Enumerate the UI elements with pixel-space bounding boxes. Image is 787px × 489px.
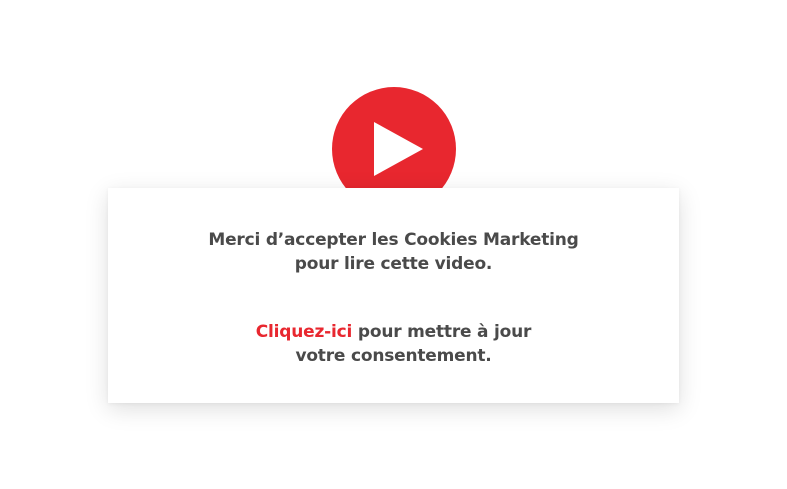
update-consent-link[interactable]: Cliquez-ici — [256, 322, 353, 342]
consent-update-message: Cliquez-ici pour mettre à jour votre con… — [108, 320, 679, 368]
consent-message: Merci d’accepter les Cookies Marketing p… — [108, 228, 679, 276]
consent-message-line-2: pour lire cette video. — [294, 254, 493, 274]
consent-update-line-1: Cliquez-ici pour mettre à jour — [108, 320, 679, 344]
video-placeholder: Merci d’accepter les Cookies Marketing p… — [0, 0, 787, 489]
consent-message-line-1: Merci d’accepter les Cookies Marketing — [208, 230, 579, 250]
consent-update-line-2: votre consentement. — [295, 346, 492, 366]
consent-update-suffix: pour mettre à jour — [352, 322, 532, 342]
cookie-consent-card: Merci d’accepter les Cookies Marketing p… — [108, 188, 679, 403]
